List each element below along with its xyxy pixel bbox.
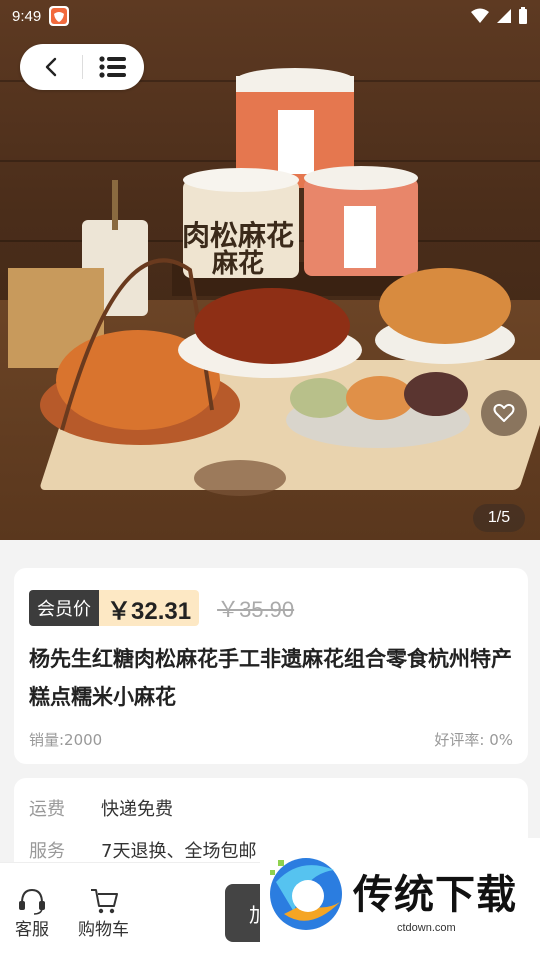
product-title: 杨先生红糖肉松麻花手工非遗麻花组合零食杭州特产糕点糯米小麻花 — [29, 647, 512, 709]
wifi-icon — [471, 8, 489, 23]
watermark-text: 传统下载 — [353, 872, 517, 918]
shipping-value: 快递免费 — [101, 799, 173, 820]
status-time: 9:49 — [12, 7, 42, 25]
app-notification-icon — [49, 6, 70, 26]
favorite-button[interactable] — [481, 390, 527, 436]
sales-count: 销量:2000 — [29, 731, 103, 749]
cart-button[interactable]: 购物车 — [78, 887, 129, 940]
menu-button[interactable] — [83, 44, 145, 90]
service-value: 7天退换、全场包邮 — [101, 841, 257, 862]
signal-icon — [497, 9, 511, 23]
member-price: ￥32.31 — [99, 590, 200, 626]
price-row: 会员价 ￥32.31 ￥35.90 — [29, 590, 294, 626]
image-counter: 1/5 — [473, 504, 525, 532]
chevron-left-icon — [45, 57, 56, 77]
service-label: 服务 — [29, 841, 65, 862]
customer-service-button[interactable]: 客服 — [15, 887, 49, 940]
system-icons — [470, 7, 528, 25]
watermark-url: ctdown.com — [397, 922, 456, 934]
original-price: ￥35.90 — [217, 597, 295, 622]
battery-icon — [519, 7, 527, 24]
back-button[interactable] — [20, 44, 82, 90]
price-card: 会员价 ￥32.31 ￥35.90 杨先生红糖肉松麻花手工非遗麻花组合零食杭州特… — [14, 568, 528, 764]
status-bar: 9:49 — [0, 0, 540, 32]
member-price-tag: 会员价 — [29, 590, 99, 626]
cart-label: 购物车 — [78, 920, 129, 940]
heart-icon — [493, 403, 515, 422]
watermark-emblem-icon — [270, 858, 342, 930]
cart-icon — [90, 889, 118, 914]
tin-label-text: 肉松麻花 — [182, 219, 294, 252]
list-menu-icon — [99, 56, 127, 78]
shipping-row: 运费 快递免费 — [29, 795, 173, 821]
shipping-label: 运费 — [29, 799, 65, 820]
headset-icon — [19, 888, 45, 915]
watermark-logo: 传统下载 ctdown.com — [260, 838, 540, 944]
service-row[interactable]: 服务 7天退换、全场包邮 — [29, 837, 256, 863]
rating-rate: 好评率: 0% — [434, 731, 513, 749]
svg-text:麻花: 麻花 — [211, 249, 264, 279]
customer-service-label: 客服 — [15, 920, 49, 940]
nav-pill — [20, 44, 144, 90]
